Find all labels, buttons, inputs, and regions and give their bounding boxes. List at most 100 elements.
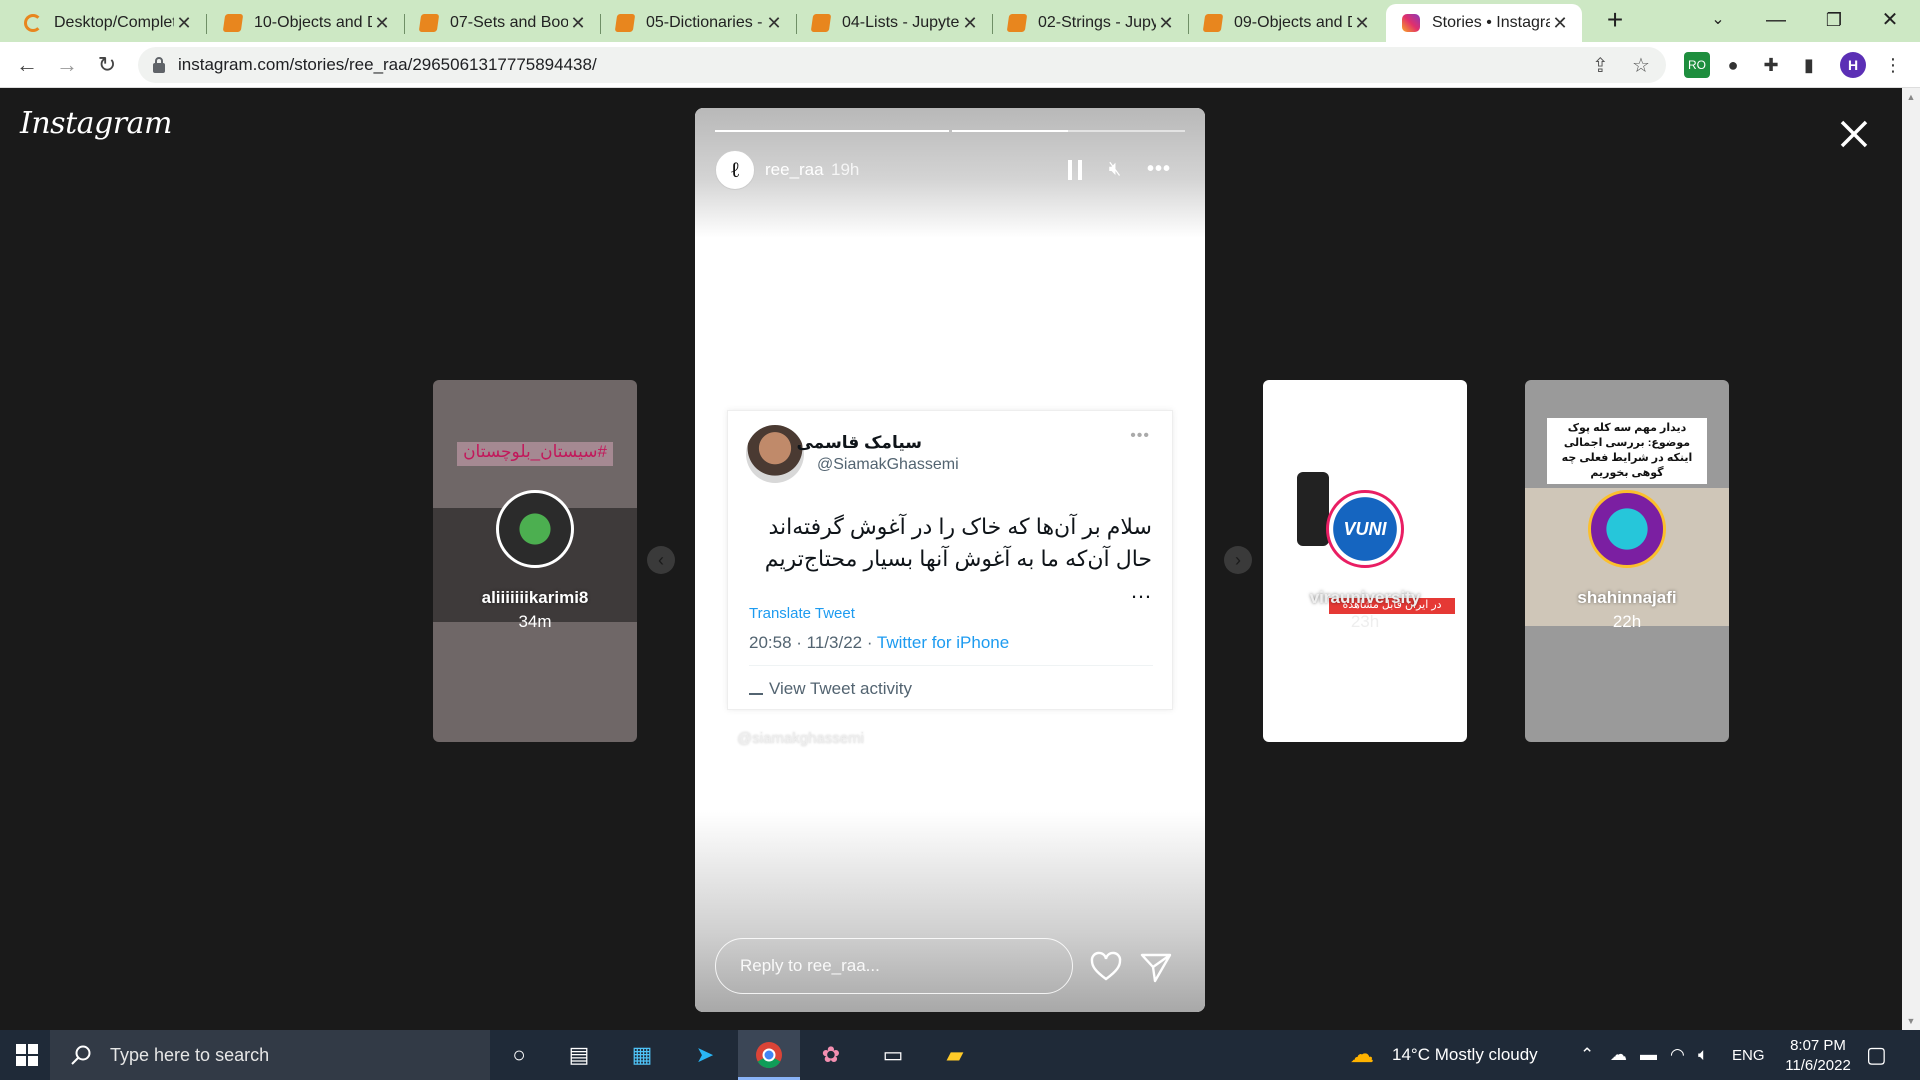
tweet-author-name: سیامک قاسمی [796,433,922,452]
extension-icon[interactable]: RO [1684,52,1710,78]
side-panel-icon[interactable]: ▮ [1796,52,1822,78]
profile-avatar[interactable]: H [1840,52,1866,78]
close-tab-icon[interactable]: ✕ [1156,13,1176,34]
next-story-button[interactable]: › [1224,546,1252,574]
stories-viewer: Instagram #سیستان_بلوچستان aliiiiiiikari… [0,88,1902,1030]
browser-tab[interactable]: 09-Objects and D ✕ [1188,4,1384,42]
minimize-button[interactable]: — [1748,0,1804,40]
story-username: aliiiiiiikarimi8 [481,588,589,607]
tab-search-icon[interactable]: ⌄ [1690,0,1746,40]
avatar [746,425,804,483]
tweet-text: سلام بر آن‌ها که خاک را در آغوش گرفته‌ان… [764,514,1152,603]
side-story-card[interactable]: دیدار مهم سه کله پوک موضوع: بررسی اجمالی… [1525,380,1729,742]
side-story-card[interactable]: VUNI در ایران قابل مشاهده نیست viraunive… [1263,380,1467,742]
file-explorer-icon[interactable]: ▰ [938,1038,972,1072]
jupyter-notebook-icon [614,14,636,32]
clock[interactable]: 8:07 PM 11/6/2022 [1772,1036,1864,1076]
forward-button[interactable]: → [50,48,84,82]
story-time: 34m [518,612,552,631]
chrome-icon[interactable] [752,1038,786,1072]
active-story[interactable]: ℓ ree_raa 19h 🔇︎ ••• سیامک قاسمی @Siamak… [695,108,1205,1012]
browser-tab[interactable]: 02-Strings - Jupy ✕ [992,4,1189,42]
avatar: VUNI [1326,490,1404,568]
task-view-icon[interactable]: ▤ [562,1038,596,1072]
story-progress [715,130,1185,132]
tweet-timestamp: 20:58 · 11/3/22 · Twitter for iPhone [749,633,1010,652]
paint-icon[interactable]: ✿ [814,1038,848,1072]
close-tab-icon[interactable]: ✕ [1550,13,1570,34]
notifications-icon[interactable]: ▢ [1866,1042,1887,1068]
story-username: shahinnajafi [1577,588,1677,607]
jupyter-notebook-icon [810,14,832,32]
close-tab-icon[interactable]: ✕ [568,13,588,34]
windows-start-icon[interactable] [16,1044,38,1066]
avatar[interactable]: ℓ [715,150,755,190]
cortana-icon[interactable]: ○ [502,1038,536,1072]
close-tab-icon[interactable]: ✕ [372,13,392,34]
send-icon[interactable] [1139,950,1173,984]
heart-icon[interactable] [1089,950,1123,984]
language-indicator[interactable]: ENG [1732,1047,1765,1064]
pause-button[interactable] [1061,158,1089,184]
weather-icon[interactable]: ☁ [1350,1040,1374,1069]
extensions-puzzle-icon[interactable]: ✚ [1758,52,1784,78]
terminal-icon[interactable]: ▭ [876,1038,910,1072]
new-tab-button[interactable]: + [1600,4,1630,36]
close-tab-icon[interactable]: ✕ [960,13,980,34]
translate-tweet-link: Translate Tweet [749,605,855,622]
avatar [496,490,574,568]
browser-tab[interactable]: Desktop/Complet ✕ [8,4,207,42]
close-window-button[interactable]: ✕ [1862,0,1918,40]
browser-tab[interactable]: 07-Sets and Bool ✕ [404,4,601,42]
close-tab-icon[interactable]: ✕ [174,13,194,34]
jupyter-notebook-icon [418,14,440,32]
battery-icon[interactable]: ▬ [1640,1045,1657,1065]
tweet-card: سیامک قاسمی @SiamakGhassemi ••• سلام بر … [727,410,1173,710]
close-tab-icon[interactable]: ✕ [764,13,784,34]
telegram-icon[interactable]: ➤ [688,1038,722,1072]
reply-box[interactable] [715,938,1073,994]
side-story-card[interactable]: #سیستان_بلوچستان aliiiiiiikarimi8 34m [433,380,637,742]
mute-icon[interactable]: 🔇︎ [1101,158,1129,184]
page-scrollbar[interactable]: ▲ ▼ [1902,88,1920,1030]
reply-input[interactable] [740,953,1050,979]
browser-tab-active[interactable]: Stories • Instagra ✕ [1386,4,1582,42]
volume-icon[interactable]: 🔈︎ [1698,1045,1708,1065]
story-preview-image [1297,472,1329,546]
chrome-menu-icon[interactable]: ⋮ [1880,52,1906,78]
close-icon[interactable] [1836,116,1872,152]
browser-tab[interactable]: 05-Dictionaries - ✕ [600,4,797,42]
previous-story-button[interactable]: ‹ [647,546,675,574]
bookmark-star-icon[interactable]: ☆ [1632,53,1650,78]
reload-button[interactable]: ↻ [90,48,124,82]
browser-tab[interactable]: 04-Lists - Jupyter ✕ [796,4,993,42]
onedrive-icon[interactable]: ☁ [1610,1045,1627,1065]
jupyter-notebook-icon [1202,14,1224,32]
taskbar-search[interactable]: Type here to search [50,1030,490,1080]
microsoft-store-icon[interactable]: ▦ [625,1038,659,1072]
avatar [1588,490,1666,568]
browser-toolbar: ← → ↻ instagram.com/stories/ree_raa/2965… [0,42,1920,88]
bar-chart-icon [749,681,763,695]
browser-tab[interactable]: 10-Objects and D ✕ [208,4,405,42]
wifi-icon[interactable]: ◠ [1670,1045,1685,1065]
back-button[interactable]: ← [10,48,44,82]
extension-globe-icon[interactable]: ● [1720,52,1746,78]
url-text: instagram.com/stories/ree_raa/2965061317… [178,55,597,74]
tweet-handle: @SiamakGhassemi [817,456,959,473]
more-options-icon[interactable]: ••• [1145,158,1173,184]
story-username: virauniversity [1309,588,1421,607]
story-username[interactable]: ree_raa [765,160,824,180]
watermark: @siamakghassemi [737,730,864,747]
restore-button[interactable]: ❐ [1806,0,1862,40]
share-icon[interactable]: ⇪ [1592,53,1609,78]
jupyter-notebook-icon [1006,14,1028,32]
loading-spinner-icon [24,14,42,32]
address-bar[interactable]: instagram.com/stories/ree_raa/2965061317… [138,47,1666,83]
tray-chevron-icon[interactable]: ⌃ [1580,1045,1594,1065]
weather-text[interactable]: 14°C Mostly cloudy [1392,1045,1538,1065]
instagram-logo[interactable]: Instagram [20,106,172,141]
story-time: 23h [1350,612,1380,631]
close-tab-icon[interactable]: ✕ [1352,13,1372,34]
search-placeholder: Type here to search [110,1045,270,1065]
